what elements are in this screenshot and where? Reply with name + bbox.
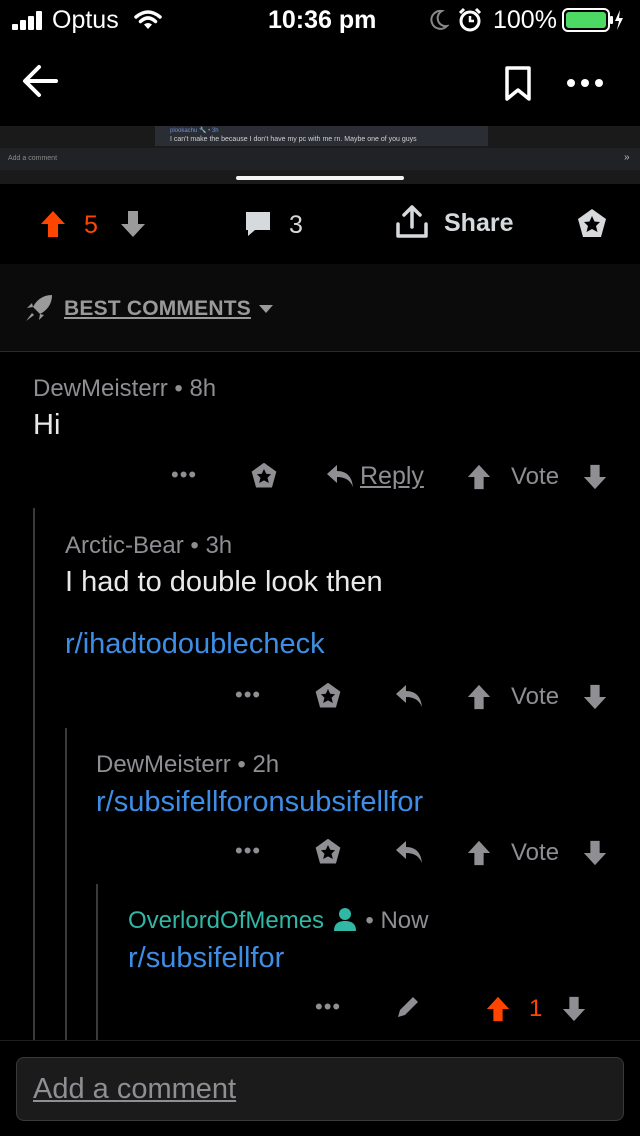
- comment-author[interactable]: DewMeisterr: [33, 375, 168, 402]
- battery-percent: 100%: [493, 6, 557, 34]
- status-bar: Optus 10:36 pm 100%: [0, 0, 640, 40]
- downvote-arrow-icon[interactable]: [582, 839, 608, 867]
- vote-label: Vote: [511, 839, 560, 866]
- more-dots-icon[interactable]: •••: [315, 994, 341, 1020]
- downvote-arrow-icon[interactable]: [582, 463, 608, 491]
- more-dots-icon[interactable]: •••: [235, 838, 261, 864]
- reply-arrow-icon[interactable]: [325, 462, 355, 490]
- comment-body: Hi: [33, 409, 61, 441]
- share-button[interactable]: Share: [444, 209, 513, 238]
- clock-time: 10:36 pm: [268, 6, 377, 34]
- subreddit-link[interactable]: r/subsifellfor: [128, 942, 284, 975]
- comment-meta: DewMeisterr • 2h: [96, 751, 280, 778]
- chevron-double-down-icon: »: [624, 152, 630, 163]
- reply-arrow-icon[interactable]: [394, 682, 424, 710]
- wifi-icon: [134, 10, 162, 29]
- comment-meta: DewMeisterr • 8h: [33, 375, 217, 402]
- upvote-arrow-icon[interactable]: [485, 995, 511, 1023]
- comment-sort-bar[interactable]: BEST COMMENTS: [0, 264, 640, 352]
- comment-meta: OverlordOfMemes • Now: [128, 907, 429, 934]
- upvote-arrow-icon[interactable]: [466, 683, 492, 711]
- reply-button[interactable]: Reply: [360, 462, 424, 491]
- media-add-comment-bar: Add a comment »: [0, 148, 640, 170]
- caret-down-icon[interactable]: [258, 304, 274, 314]
- top-navigation-bar: [0, 40, 640, 126]
- upvote-arrow-icon[interactable]: [466, 839, 492, 867]
- subreddit-link[interactable]: r/subsifellforonsubsifellfor: [96, 786, 423, 819]
- alarm-clock-icon: [458, 7, 482, 32]
- thread-line-depth-1[interactable]: [33, 508, 35, 1040]
- downvote-arrow-icon[interactable]: [582, 683, 608, 711]
- thread-line-depth-3[interactable]: [96, 884, 98, 1040]
- more-dots-icon[interactable]: •••: [171, 462, 197, 488]
- comment-input-box[interactable]: [16, 1057, 624, 1121]
- downvote-arrow-icon[interactable]: [561, 995, 587, 1023]
- post-score: 5: [84, 211, 98, 239]
- comment-meta: Arctic-Bear • 3h: [65, 532, 233, 559]
- comment-score: 1: [529, 995, 543, 1022]
- vote-label: Vote: [511, 683, 560, 710]
- arrow-left-icon[interactable]: [20, 62, 60, 100]
- comment-author[interactable]: Arctic-Bear: [65, 532, 184, 559]
- media-comment-text: I can't make the because I don't have my…: [170, 136, 417, 143]
- award-icon[interactable]: [313, 681, 343, 711]
- award-icon[interactable]: [249, 461, 279, 491]
- comment-author[interactable]: DewMeisterr: [96, 751, 231, 778]
- post-action-bar: 5 3 Share: [0, 184, 640, 264]
- media-scrub-indicator: [236, 176, 404, 180]
- upvote-arrow-icon[interactable]: [466, 463, 492, 491]
- comment-age: 2h: [252, 751, 280, 778]
- share-icon[interactable]: [395, 205, 429, 239]
- media-add-comment-label: Add a comment: [8, 155, 58, 162]
- media-comment-user: plookachu 🔧 • 3h: [170, 128, 219, 134]
- comment-body: I had to double look then: [65, 566, 383, 598]
- more-dots-icon[interactable]: •••: [235, 682, 261, 708]
- award-icon[interactable]: [575, 207, 609, 241]
- bookmark-icon[interactable]: [503, 65, 533, 103]
- do-not-disturb-moon-icon: [430, 9, 449, 30]
- battery-charging-icon: [562, 8, 623, 32]
- rocket-icon: [26, 295, 52, 321]
- carrier-name: Optus: [52, 6, 119, 34]
- comment-age: 3h: [205, 532, 233, 559]
- downvote-arrow-icon[interactable]: [119, 209, 147, 239]
- sort-label[interactable]: BEST COMMENTS: [64, 297, 251, 321]
- vote-label: Vote: [511, 463, 560, 490]
- cellular-signal-icon: [12, 10, 46, 30]
- comment-bubble-icon[interactable]: [243, 209, 273, 239]
- pencil-edit-icon[interactable]: [394, 993, 422, 1021]
- comment-age: 8h: [189, 375, 217, 402]
- more-horizontal-icon[interactable]: [566, 78, 604, 88]
- user-person-icon: [333, 908, 356, 931]
- subreddit-link[interactable]: r/ihadtodoublecheck: [65, 628, 325, 661]
- award-icon[interactable]: [313, 837, 343, 867]
- add-comment-input[interactable]: [17, 1058, 623, 1120]
- comment-count: 3: [289, 211, 303, 239]
- comment-author[interactable]: OverlordOfMemes: [128, 907, 324, 934]
- comment-age: Now: [380, 907, 429, 934]
- reply-arrow-icon[interactable]: [394, 838, 424, 866]
- comment-input-bar: [0, 1040, 640, 1136]
- upvote-arrow-icon[interactable]: [39, 209, 67, 239]
- thread-line-depth-2[interactable]: [65, 728, 67, 1040]
